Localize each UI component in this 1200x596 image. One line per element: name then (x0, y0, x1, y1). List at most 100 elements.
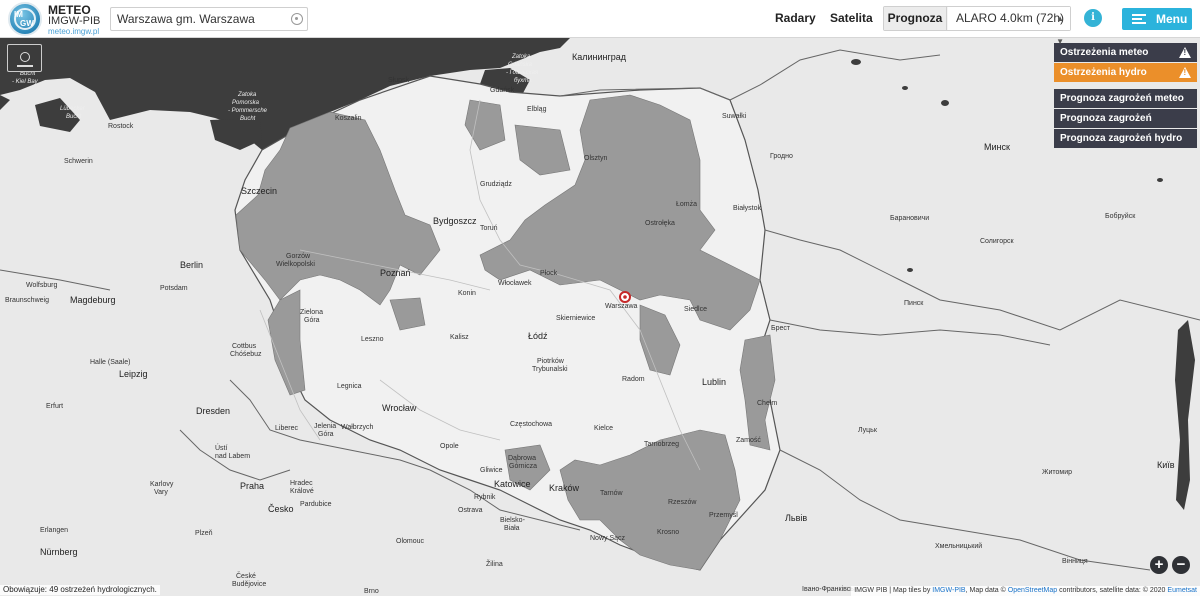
svg-text:Olsztyn: Olsztyn (584, 155, 607, 162)
svg-text:Nürnberg: Nürnberg (40, 547, 78, 557)
svg-text:Брест: Брест (771, 325, 791, 332)
locate-me-icon[interactable] (291, 13, 303, 25)
location-search (110, 7, 308, 31)
forecast-meteo-button[interactable]: Prognoza zagrożeń meteo (1054, 89, 1197, 108)
svg-text:Grudziądz: Grudziądz (480, 181, 512, 188)
svg-text:Київ: Київ (1157, 460, 1175, 470)
svg-text:бухта: бухта (514, 78, 532, 84)
svg-text:Słupsk: Słupsk (388, 77, 410, 84)
meteo-logo[interactable]: IM GW METEO IMGW-PIB meteo.imgw.pl (8, 2, 108, 36)
svg-text:Erlangen: Erlangen (40, 527, 68, 534)
warning-meteo-button[interactable]: Ostrzeżenia meteo (1054, 43, 1197, 62)
svg-text:Zatoka: Zatoka (237, 92, 257, 98)
svg-text:Gorzów: Gorzów (286, 253, 311, 260)
svg-text:Zatoka: Zatoka (511, 54, 531, 60)
imgw-badge-icon: IM GW (8, 2, 42, 36)
hamburger-icon (1132, 14, 1146, 24)
svg-text:Ostrołęka: Ostrołęka (645, 220, 675, 227)
svg-text:Zielona: Zielona (300, 309, 323, 316)
svg-text:Гродно: Гродно (770, 153, 793, 160)
forecast-meteo-label: Prognoza zagrożeń meteo (1060, 93, 1184, 104)
svg-text:Солигорск: Солигорск (980, 238, 1014, 245)
svg-text:Bucht: Bucht (240, 116, 256, 122)
svg-text:Górnicza: Górnicza (509, 463, 537, 470)
svg-text:Wrocław: Wrocław (382, 403, 417, 413)
nav-satelita[interactable]: Satelita (830, 11, 873, 25)
svg-text:Hradec: Hradec (290, 480, 313, 487)
svg-text:- Pommersche: - Pommersche (228, 108, 268, 114)
svg-text:Житомир: Житомир (1042, 469, 1072, 476)
warnings-panel: Ostrzeżenia meteo Ostrzeżenia hydro Prog… (1054, 43, 1197, 149)
svg-text:Pardubice: Pardubice (300, 501, 332, 508)
svg-text:Białystok: Białystok (733, 205, 762, 212)
svg-text:Przemyśl: Przemyśl (709, 512, 738, 519)
svg-text:- Гданьская: - Гданьская (506, 70, 539, 76)
logo-url: meteo.imgw.pl (48, 27, 100, 36)
zoom-in-button[interactable]: + (1150, 556, 1168, 574)
svg-text:Pomorska: Pomorska (232, 100, 260, 106)
warszawa-marker[interactable] (619, 291, 631, 303)
svg-text:Lübecker: Lübecker (60, 106, 86, 112)
svg-text:Калининград: Калининград (572, 52, 627, 62)
info-button[interactable]: i (1084, 9, 1102, 27)
badge-bottom-text: GW (20, 19, 34, 28)
menu-label: Menu (1156, 12, 1188, 26)
svg-text:Góra: Góra (304, 317, 320, 324)
warning-triangle-icon (1179, 67, 1191, 78)
svg-text:Koszalin: Koszalin (335, 115, 362, 122)
svg-text:Erfurt: Erfurt (46, 403, 63, 410)
svg-text:Poznań: Poznań (380, 268, 411, 278)
forecast-road-button[interactable]: Prognoza zagrożeń drogowych (1054, 109, 1197, 143)
model-select[interactable]: ALARO 4.0km (72h) ▲ ▼ (948, 7, 1070, 46)
map-canvas[interactable]: Gdańsk Olsztyn Białystok Szczecin Bydgos… (0, 38, 1200, 596)
svg-text:nad Labem: nad Labem (215, 453, 250, 460)
svg-text:Liberec: Liberec (275, 425, 298, 432)
menu-button[interactable]: Menu (1122, 8, 1192, 30)
svg-text:Žilina: Žilina (486, 559, 503, 568)
svg-text:Wielkopolski: Wielkopolski (276, 261, 315, 268)
svg-text:Olomouc: Olomouc (396, 538, 425, 545)
svg-text:Gliwice: Gliwice (480, 467, 503, 474)
svg-text:Zamość: Zamość (736, 437, 761, 444)
map-view[interactable]: Gdańsk Olsztyn Białystok Szczecin Bydgos… (0, 38, 1200, 596)
svg-text:Plzeň: Plzeň (195, 530, 213, 537)
svg-text:Leszno: Leszno (361, 336, 384, 343)
eumetsat-link[interactable]: Eumetsat (1167, 587, 1197, 594)
svg-text:Braunschweig: Braunschweig (5, 297, 49, 304)
warning-hydro-label: Ostrzeżenia hydro (1060, 67, 1147, 78)
svg-text:Gdańska: Gdańska (508, 62, 533, 68)
layer-toggle-button[interactable] (7, 44, 42, 72)
warnings-status: Obowiązuje: 49 ostrzeżeń hydrologicznych… (0, 585, 160, 595)
svg-text:Karlovy: Karlovy (150, 481, 174, 488)
forecast-hydro-label: Prognoza zagrożeń hydro (1060, 133, 1183, 144)
forecast-hydro-button[interactable]: Prognoza zagrożeń hydro (1054, 129, 1197, 148)
svg-text:Tarnobrzeg: Tarnobrzeg (644, 441, 679, 448)
svg-text:Potsdam: Potsdam (160, 285, 188, 292)
nav-prognoza[interactable]: Prognoza (884, 7, 947, 30)
svg-text:Schwerin: Schwerin (64, 158, 93, 165)
svg-text:Gdańsk: Gdańsk (490, 87, 515, 94)
svg-text:Brno: Brno (364, 588, 379, 595)
svg-text:Łódź: Łódź (528, 331, 548, 341)
warning-hydro-button[interactable]: Ostrzeżenia hydro (1054, 63, 1197, 82)
svg-text:Dresden: Dresden (196, 406, 230, 416)
top-header: IM GW METEO IMGW-PIB meteo.imgw.pl Radar… (0, 0, 1200, 46)
svg-text:Bydgoszcz: Bydgoszcz (433, 216, 477, 226)
map-attribution: IMGW PIB | Map tiles by IMGW-PIB, Map da… (851, 586, 1200, 596)
svg-text:Biała: Biała (504, 525, 520, 532)
location-search-input[interactable] (111, 8, 291, 30)
tiles-link[interactable]: IMGW-PIB (932, 587, 965, 594)
zoom-out-button[interactable]: − (1172, 556, 1190, 574)
nav-radary[interactable]: Radary (775, 11, 816, 25)
svg-text:Skierniewice: Skierniewice (556, 315, 595, 322)
svg-text:Хмельницький: Хмельницький (935, 542, 982, 550)
svg-text:Płock: Płock (540, 270, 558, 277)
svg-text:Луцьк: Луцьк (858, 427, 878, 434)
osm-link[interactable]: OpenStreetMap (1008, 587, 1057, 594)
model-select-value: ALARO 4.0km (72h) (956, 11, 1065, 25)
svg-text:Budějovice: Budějovice (232, 581, 266, 588)
svg-text:Łomża: Łomża (676, 201, 697, 208)
svg-text:Częstochowa: Częstochowa (510, 421, 552, 428)
svg-text:Ostrava: Ostrava (458, 507, 483, 514)
svg-text:Tarnów: Tarnów (600, 490, 624, 497)
